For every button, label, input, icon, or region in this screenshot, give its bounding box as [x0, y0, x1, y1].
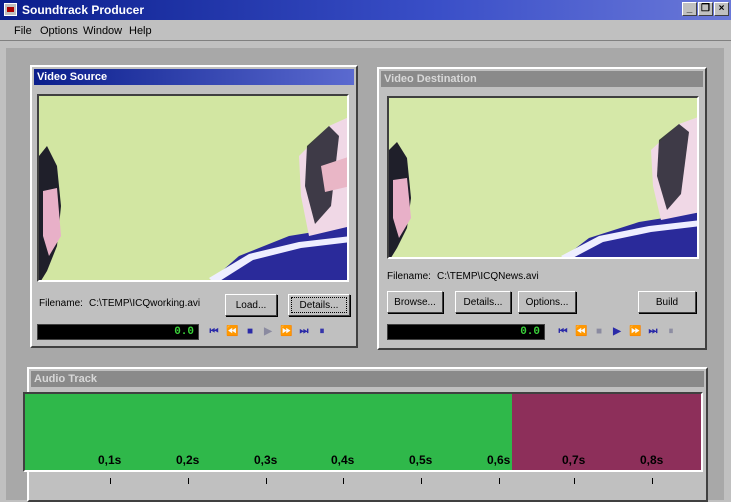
- audio-track-title[interactable]: Audio Track: [31, 371, 704, 387]
- fast-forward-icon[interactable]: ⏩: [629, 326, 641, 338]
- time-tick: 0,2s: [176, 453, 200, 467]
- minimize-button[interactable]: _: [682, 2, 697, 16]
- tick-mark: [110, 478, 111, 484]
- dest-details-button[interactable]: Details...: [455, 291, 511, 313]
- source-video-frame: [39, 96, 347, 280]
- source-video-preview: [37, 94, 349, 282]
- close-button[interactable]: ×: [714, 2, 729, 16]
- rewind-icon[interactable]: ⏪: [226, 326, 238, 338]
- dest-transport-controls: ⏮ ⏪ ■ ▶ ⏩ ⏭ ⏸: [557, 326, 677, 338]
- title-bar[interactable]: Soundtrack Producer _ ❐ ×: [0, 0, 731, 20]
- video-destination-panel: Video Destination Filename: C:\TEMP\ICQN…: [377, 67, 707, 350]
- video-destination-title[interactable]: Video Destination: [381, 71, 703, 87]
- pause-icon[interactable]: ⏸: [665, 326, 677, 338]
- tick-mark: [574, 478, 575, 484]
- play-icon[interactable]: ▶: [262, 326, 274, 338]
- pause-icon[interactable]: ⏸: [316, 326, 328, 338]
- window-title: Soundtrack Producer: [22, 3, 145, 17]
- time-tick: 0,3s: [254, 453, 278, 467]
- dest-filename-value: C:\TEMP\ICQNews.avi: [437, 271, 539, 282]
- tick-mark: [652, 478, 653, 484]
- time-tick: 0,5s: [409, 453, 433, 467]
- menu-bar: File Options Window Help: [0, 20, 731, 41]
- video-source-title[interactable]: Video Source: [34, 69, 354, 85]
- dest-time-counter: 0.0: [387, 324, 545, 340]
- dest-filename-label: Filename:: [387, 271, 431, 282]
- tick-mark: [421, 478, 422, 484]
- tick-mark: [266, 478, 267, 484]
- skip-start-icon[interactable]: ⏮: [208, 326, 220, 338]
- tick-mark: [343, 478, 344, 484]
- source-filename-value: C:\TEMP\ICQworking.avi: [89, 298, 201, 309]
- skip-end-icon[interactable]: ⏭: [647, 326, 659, 338]
- options-button[interactable]: Options...: [518, 291, 576, 313]
- menu-options[interactable]: Options: [40, 25, 78, 37]
- source-time-counter: 0.0: [37, 324, 199, 340]
- video-source-panel: Video Source Filename: C:\TEMP\ICQworkin…: [30, 65, 358, 348]
- destination-video-preview: [387, 96, 699, 259]
- source-transport-controls: ⏮ ⏪ ■ ▶ ⏩ ⏭ ⏸: [208, 326, 328, 338]
- play-icon[interactable]: ▶: [611, 326, 623, 338]
- browse-button[interactable]: Browse...: [387, 291, 443, 313]
- menu-window[interactable]: Window: [83, 25, 122, 37]
- build-button[interactable]: Build: [638, 291, 696, 313]
- menu-help[interactable]: Help: [129, 25, 152, 37]
- destination-video-frame: [389, 98, 697, 257]
- skip-start-icon[interactable]: ⏮: [557, 326, 569, 338]
- rewind-icon[interactable]: ⏪: [575, 326, 587, 338]
- tick-mark: [499, 478, 500, 484]
- source-details-button[interactable]: Details...: [288, 294, 350, 316]
- time-tick: 0,1s: [98, 453, 122, 467]
- time-tick: 0,7s: [562, 453, 586, 467]
- tick-mark: [188, 478, 189, 484]
- source-filename-label: Filename:: [39, 298, 83, 309]
- skip-end-icon[interactable]: ⏭: [298, 326, 310, 338]
- app-window: Soundtrack Producer _ ❐ × File Options W…: [0, 0, 731, 502]
- menu-file[interactable]: File: [14, 25, 32, 37]
- audio-segment-2[interactable]: [512, 394, 701, 470]
- time-tick: 0,8s: [640, 453, 664, 467]
- restore-button[interactable]: ❐: [698, 2, 713, 16]
- stop-icon[interactable]: ■: [593, 326, 605, 338]
- fast-forward-icon[interactable]: ⏩: [280, 326, 292, 338]
- audio-track-area[interactable]: [23, 392, 703, 472]
- time-tick: 0,6s: [487, 453, 511, 467]
- app-icon[interactable]: [4, 3, 17, 16]
- time-tick: 0,4s: [331, 453, 355, 467]
- stop-icon[interactable]: ■: [244, 326, 256, 338]
- load-button[interactable]: Load...: [225, 294, 277, 316]
